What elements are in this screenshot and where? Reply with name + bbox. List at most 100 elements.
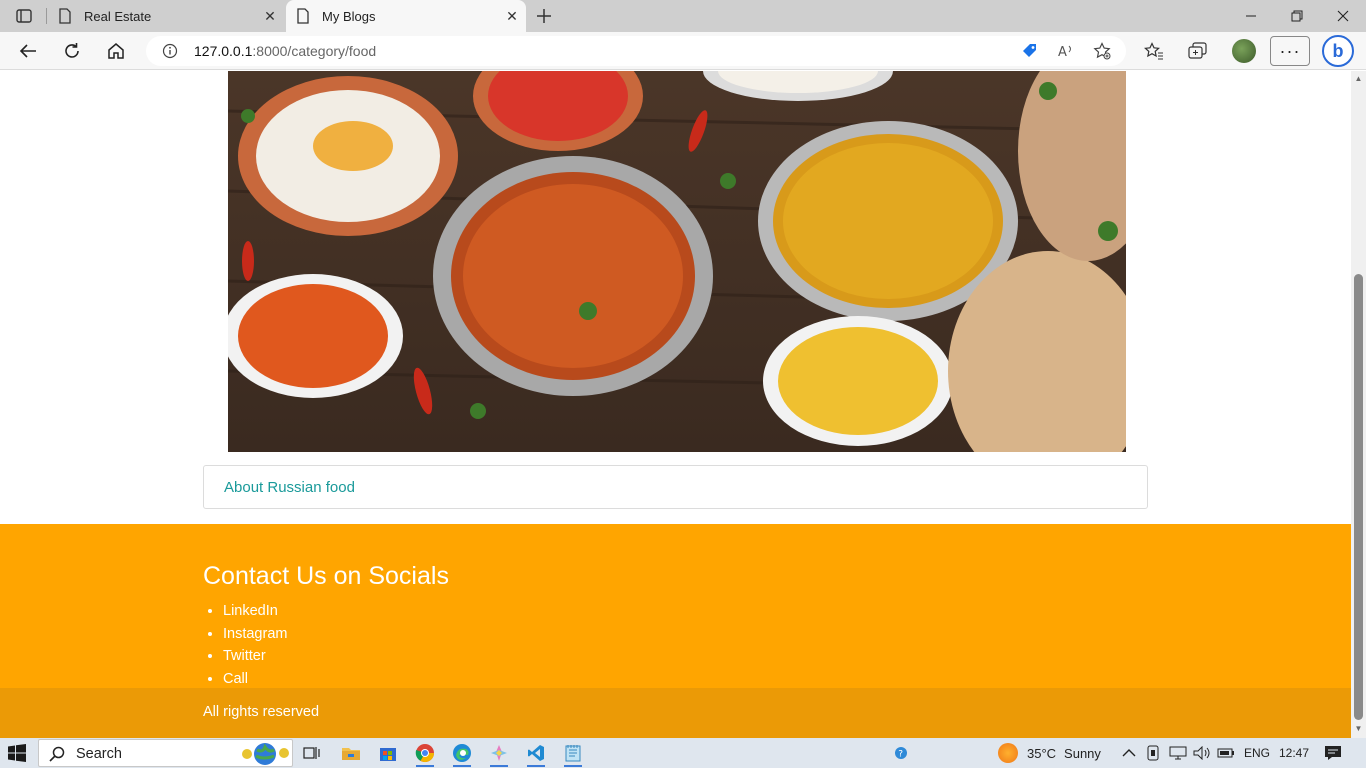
page-icon [297, 8, 309, 24]
web-page: About Russian food Contact Us on Socials… [0, 71, 1351, 738]
social-links-list: LinkedIn Instagram Twitter Call [223, 600, 287, 690]
tab-strip: Real Estate ✕ My Blogs ✕ [0, 0, 1366, 32]
url-path: :8000/category/food [252, 43, 377, 59]
twitter-link[interactable]: Twitter [223, 648, 266, 664]
browser-toolbar: 127.0.0.1:8000/category/food A ··· b [0, 32, 1366, 70]
notifications-icon[interactable] [1324, 738, 1342, 768]
url-host: 127.0.0.1 [194, 43, 253, 59]
instagram-link[interactable]: Instagram [223, 626, 287, 642]
chevron-up-icon [1122, 749, 1136, 757]
tab-title: My Blogs [322, 8, 376, 24]
chrome-button[interactable] [412, 741, 438, 767]
favorites-button[interactable] [1140, 37, 1168, 65]
tab-title: Real Estate [84, 8, 152, 24]
sub-footer: All rights reserved [0, 688, 1351, 738]
collections-button[interactable] [1184, 37, 1212, 65]
profile-avatar[interactable] [1232, 39, 1256, 63]
address-bar[interactable]: 127.0.0.1:8000/category/food A [146, 36, 1126, 66]
footer-heading: Contact Us on Socials [203, 562, 449, 590]
vscode-icon [528, 745, 544, 761]
home-button[interactable] [102, 37, 130, 65]
back-button[interactable] [14, 37, 42, 65]
sparkle-app-icon [491, 745, 507, 761]
more-icon: ··· [1279, 40, 1301, 61]
collections-icon [1188, 42, 1207, 59]
list-item: Twitter [223, 645, 287, 668]
weather-temp: 35°C [1027, 745, 1057, 761]
chrome-icon [415, 744, 434, 763]
scroll-thumb[interactable] [1354, 274, 1363, 720]
restore-button[interactable] [1274, 0, 1320, 32]
close-icon[interactable]: ✕ [256, 2, 284, 30]
settings-more-button[interactable]: ··· [1270, 36, 1310, 66]
linkedin-link[interactable]: LinkedIn [223, 603, 278, 619]
sun-icon [998, 743, 1018, 763]
notepad-button[interactable] [560, 741, 586, 767]
refresh-icon [65, 43, 79, 58]
file-explorer-button[interactable] [338, 741, 364, 765]
post-title-link[interactable]: About Russian food [224, 479, 355, 496]
edge-icon [453, 744, 471, 762]
hero-food-image [228, 71, 1126, 452]
list-item: LinkedIn [223, 600, 287, 623]
taskbar: Search ? 35°C Sunny ENG 12:47 [0, 738, 1366, 768]
tab-my-blogs[interactable]: My Blogs ✕ [286, 0, 526, 32]
minimize-icon [1246, 15, 1256, 17]
minimize-button[interactable] [1228, 0, 1274, 32]
bing-chat-button[interactable]: b [1322, 35, 1354, 67]
windows-start-icon[interactable] [8, 744, 26, 762]
close-window-button[interactable] [1320, 0, 1366, 32]
new-tab-button[interactable] [532, 4, 556, 28]
url-text[interactable]: 127.0.0.1:8000/category/food [194, 43, 376, 59]
search-icon [49, 746, 65, 762]
food-illustration [228, 71, 1126, 452]
refresh-button[interactable] [58, 37, 86, 65]
post-card: About Russian food [203, 465, 1148, 509]
battery-icon[interactable] [1217, 738, 1235, 768]
add-favorite-icon[interactable] [1092, 41, 1112, 61]
taskbar-search[interactable]: Search [38, 739, 293, 767]
vscode-button[interactable] [523, 741, 549, 767]
tab-actions-button[interactable] [8, 4, 40, 28]
restore-icon [1291, 10, 1303, 22]
close-icon[interactable]: ✕ [498, 2, 526, 30]
back-arrow-icon [19, 44, 36, 58]
task-view-button[interactable] [299, 741, 325, 765]
weather-condition: Sunny [1064, 745, 1101, 761]
help-tray-icon[interactable]: ? [894, 738, 908, 768]
folder-icon [342, 748, 360, 760]
microsoft-store-button[interactable] [375, 741, 401, 765]
bing-icon: b [1332, 40, 1344, 61]
call-link[interactable]: Call [223, 671, 248, 687]
volume-icon[interactable] [1193, 738, 1211, 768]
tab-actions-icon [16, 9, 32, 23]
read-aloud-icon[interactable]: A [1056, 41, 1076, 61]
shopping-tag-icon[interactable] [1020, 41, 1040, 61]
language-indicator[interactable]: ENG [1244, 738, 1270, 768]
scroll-down-icon[interactable]: ▼ [1354, 724, 1363, 734]
meet-now-icon[interactable] [1146, 738, 1160, 768]
list-item: Call [223, 668, 287, 691]
show-hidden-icons-button[interactable] [1122, 738, 1136, 768]
tab-separator [46, 8, 47, 24]
network-icon[interactable] [1169, 738, 1187, 768]
info-icon[interactable] [162, 43, 178, 59]
weather-widget[interactable]: 35°C Sunny [998, 738, 1101, 768]
list-item: Instagram [223, 623, 287, 646]
search-highlight-icon[interactable] [239, 741, 291, 767]
app-button[interactable] [486, 741, 512, 767]
copyright-text: All rights reserved [203, 704, 320, 720]
scroll-up-icon[interactable]: ▲ [1354, 74, 1363, 84]
edge-button[interactable] [449, 741, 475, 767]
close-icon [1337, 10, 1349, 22]
svg-text:?: ? [898, 750, 903, 760]
vertical-scrollbar[interactable]: ▲ ▼ [1351, 71, 1366, 738]
notepad-icon [565, 745, 581, 762]
clock[interactable]: 12:47 [1279, 738, 1309, 768]
home-icon [108, 43, 124, 59]
plus-icon [537, 9, 551, 23]
footer: Contact Us on Socials LinkedIn Instagram… [0, 524, 1351, 689]
tab-real-estate[interactable]: Real Estate ✕ [48, 0, 284, 32]
task-view-icon [303, 747, 320, 759]
svg-text:A: A [1058, 45, 1067, 60]
